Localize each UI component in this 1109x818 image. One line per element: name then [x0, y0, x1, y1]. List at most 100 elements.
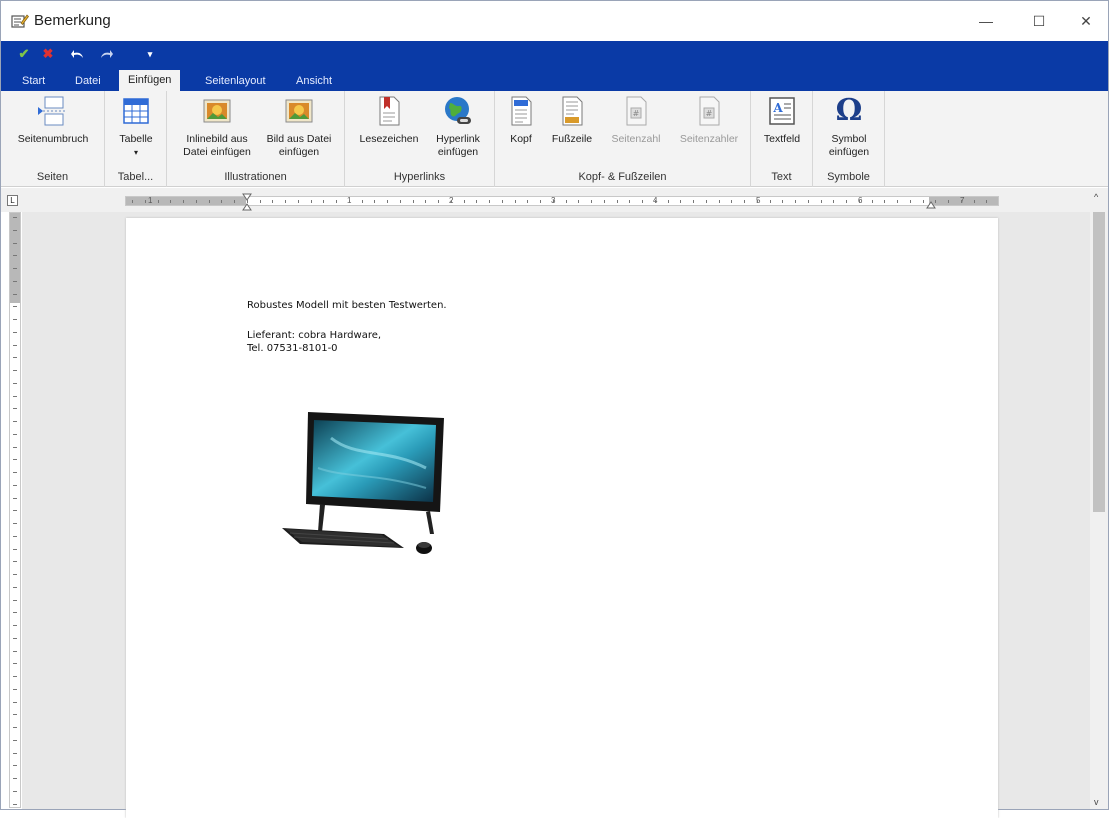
insert-symbol-label-2: einfügen [828, 146, 870, 158]
ruler-tick [13, 765, 17, 767]
ruler-tick [450, 200, 452, 203]
page-number-icon: # [620, 95, 652, 127]
ruler-tick [846, 200, 847, 203]
ruler-tick [132, 200, 133, 203]
ruler-tick [13, 433, 17, 435]
document-page[interactable]: Robustes Modell mit besten Testwerten. L… [126, 218, 998, 818]
scroll-down-icon[interactable]: v [1094, 797, 1099, 807]
ruler-tick [157, 200, 159, 203]
header-button[interactable]: Kopf [501, 95, 541, 146]
ruler-tick [578, 200, 580, 203]
ruler-tick [183, 200, 184, 203]
close-button[interactable]: ✕ [1063, 1, 1109, 41]
vertical-ruler[interactable] [9, 212, 21, 808]
ruler-tick [13, 727, 17, 728]
ruler-tick [13, 331, 17, 333]
ruler-tick [680, 200, 682, 203]
tab-seitenlayout[interactable]: Seitenlayout [196, 71, 275, 91]
ruler-tick [13, 637, 17, 639]
ruler-tick [170, 200, 172, 203]
bookmark-button[interactable]: Lesezeichen [353, 95, 425, 146]
svg-text:#: # [633, 109, 640, 118]
ruler-tick [642, 200, 643, 203]
table-button[interactable]: Tabelle ▾ [112, 95, 160, 159]
ruler-tick [744, 200, 745, 203]
ruler-tick [259, 200, 261, 203]
ruler-tick [476, 200, 478, 203]
ruler-tick [234, 200, 235, 203]
group-symbole: Ω Symbol einfügen Symbole [813, 91, 885, 187]
dropdown-arrow-icon[interactable]: ▾ [141, 45, 159, 63]
page-break-icon [37, 95, 69, 127]
table-icon [120, 95, 152, 127]
group-illustrationen: Inlinebild aus Datei einfügen Bild aus D… [167, 91, 345, 187]
tab-ansicht[interactable]: Ansicht [287, 71, 341, 91]
ruler-tick [310, 200, 312, 203]
ruler-tick [13, 229, 17, 231]
ruler-tick [922, 200, 924, 203]
cancel-x-icon[interactable]: ✖ [39, 45, 57, 63]
tab-start[interactable]: Start [13, 71, 54, 91]
ruler-tick [13, 357, 17, 359]
ruler-tick [13, 255, 17, 257]
ruler-tick [565, 200, 567, 203]
scrollbar-thumb[interactable] [1093, 212, 1105, 512]
hyperlink-button[interactable]: Hyperlink einfügen [429, 95, 487, 159]
textbox-label: Textfeld [763, 133, 801, 145]
document-line-2: Lieferant: cobra Hardware, [247, 330, 382, 341]
group-label: Tabel... [117, 171, 154, 183]
textbox-button[interactable]: A Textfeld [756, 95, 808, 146]
ruler-tick [13, 676, 17, 677]
indent-marker-icon[interactable] [242, 193, 252, 213]
ruler-tick [986, 200, 988, 203]
ruler-tick [13, 688, 17, 690]
ruler-tick [489, 200, 490, 203]
ruler-tick [693, 200, 694, 203]
vertical-scrollbar[interactable]: ^ v [1090, 188, 1108, 809]
horizontal-ruler[interactable]: 1 1 2 3 4 5 6 7 [125, 193, 999, 211]
image-from-file-button[interactable]: Bild aus Datei einfügen [261, 95, 337, 159]
redo-icon[interactable] [97, 45, 115, 63]
ruler-tick [297, 200, 299, 203]
tab-einfuegen[interactable]: Einfügen [119, 70, 181, 91]
ruler-tick [795, 200, 796, 203]
group-tabellen: Tabelle ▾ Tabel... [105, 91, 167, 187]
checkmark-icon[interactable]: ✔ [15, 45, 33, 63]
maximize-button[interactable]: ☐ [1016, 1, 1062, 41]
group-label: Hyperlinks [393, 171, 446, 183]
ruler-tick [13, 548, 17, 550]
ruler-tick [13, 663, 17, 665]
footer-button[interactable]: Fußzeile [545, 95, 599, 146]
ruler-tick [629, 200, 631, 203]
table-label: Tabelle [119, 133, 153, 145]
chevron-down-icon: ▾ [133, 148, 138, 157]
page-number-button[interactable]: # Seitenzahl [603, 95, 669, 146]
ruler-tick [13, 268, 17, 269]
ruler-tick [13, 217, 17, 218]
document-area: Robustes Modell mit besten Testwerten. L… [22, 212, 1090, 818]
ruler-tick [412, 200, 414, 203]
ruler-tick [246, 200, 248, 203]
tab-datei[interactable]: Datei [66, 71, 110, 91]
tab-selector[interactable]: L [7, 195, 18, 206]
ruler-tick [374, 200, 376, 203]
group-label: Illustrationen [224, 171, 287, 183]
ruler-tick [285, 200, 286, 203]
ruler-tick [13, 459, 17, 461]
ruler-number: 1 [148, 196, 153, 205]
inline-image-button[interactable]: Inlinebild aus Datei einfügen [175, 95, 259, 159]
page-break-button[interactable]: Seitenumbruch [11, 95, 95, 146]
hyperlink-label-1: Hyperlink [436, 133, 480, 145]
computer-image[interactable] [276, 408, 451, 568]
svg-text:A: A [772, 101, 783, 115]
ruler-tick [884, 200, 886, 203]
page-counter-button[interactable]: # Seitenzahler [673, 95, 745, 146]
close-icon: ✕ [1080, 12, 1092, 29]
hyperlink-label-2: einfügen [437, 146, 479, 158]
group-hyperlinks: Lesezeichen Hyperlink einfügen Hyperlink… [345, 91, 495, 187]
ruler-tick [463, 200, 465, 203]
minimize-button[interactable]: — [963, 1, 1009, 41]
insert-symbol-button[interactable]: Ω Symbol einfügen [821, 95, 877, 159]
undo-icon[interactable] [69, 45, 87, 63]
scroll-up-icon[interactable]: ^ [1094, 192, 1098, 202]
